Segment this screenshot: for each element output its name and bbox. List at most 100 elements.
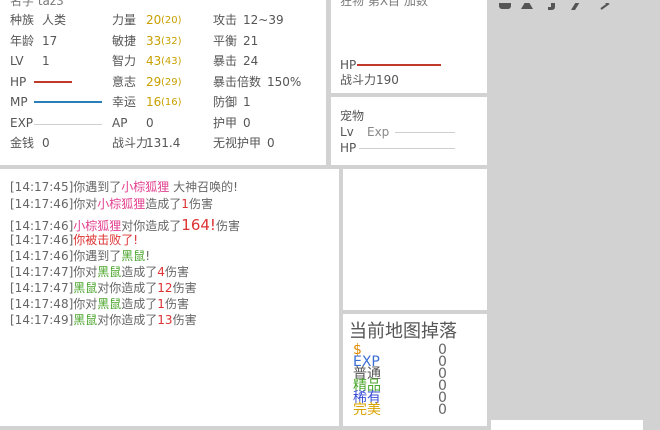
combat-label: 暴击: [213, 54, 238, 68]
combat-value: 12~39: [243, 13, 284, 27]
attr-max: (29): [161, 76, 182, 88]
wand-icon[interactable]: [571, 0, 583, 10]
mp-bar: [34, 101, 102, 103]
drop-label: 完美: [353, 402, 381, 418]
log-segment: [14:17:47]你对: [10, 265, 98, 279]
attr-value: 33: [146, 33, 162, 48]
log-segment: 伤害: [164, 297, 189, 311]
attr-label: 战斗力: [112, 136, 149, 150]
enemy-hp-label: HP: [340, 58, 357, 72]
stat-value: 人类: [42, 13, 67, 27]
log-segment: [14:17:46]你遇到了: [10, 249, 122, 263]
log-segment: 13: [157, 313, 173, 327]
log-segment: [14:17:47]: [10, 281, 74, 295]
attr-value: 20: [146, 13, 162, 27]
stat-label: 金钱: [10, 136, 35, 150]
log-segment: 伤害: [172, 281, 197, 295]
stat-label: EXP: [10, 115, 34, 130]
log-segment: 黑鼠: [73, 281, 98, 295]
drops-title: 当前地图掉落: [349, 321, 457, 342]
attr-value: 16: [146, 95, 162, 109]
attr-label: 幸运: [112, 95, 137, 109]
pet-lv-label: Lv: [340, 125, 354, 139]
drops-panel: 当前地图掉落 $0 EXP 0 普通 0 精品 0 稀有 0 完美 0: [343, 314, 487, 426]
log-segment: 164!: [181, 216, 216, 234]
stats-panel: 名字 taz3 种族 人类 力量 20 (20) 攻击 12~39 年龄 17 敏捷 33 (32) 平衡…: [0, 0, 326, 165]
attr-value: 131.4: [146, 136, 181, 150]
pet-exp-bar: [395, 132, 455, 133]
bow-icon[interactable]: [548, 0, 555, 10]
pet-title: 宠物: [340, 109, 365, 123]
sword-icon[interactable]: [499, 0, 511, 9]
log-segment: 小棕狐狸: [121, 180, 170, 194]
enemy-panel: 狂物 第X目 加数 HP 战斗力190: [331, 0, 487, 93]
attr-label: 智力: [112, 54, 137, 68]
log-segment: 造成了: [145, 197, 182, 211]
combat-value: 21: [243, 33, 259, 48]
combat-value: 0: [243, 115, 251, 130]
log-segment: 小棕狐狸: [73, 219, 122, 233]
stat-value: 1: [42, 54, 50, 68]
stat-value: 17: [42, 33, 58, 48]
arrow-icon[interactable]: [600, 0, 610, 10]
attr-label: 敏捷: [112, 33, 137, 48]
toolbar: [491, 0, 660, 12]
pet-hp-bar: [359, 148, 455, 149]
log-segment: 1: [181, 197, 189, 211]
combat-value: 24: [243, 54, 259, 68]
combat-label: 防御: [213, 95, 238, 109]
log-line: [14:17:46]你被击败了!: [10, 233, 240, 247]
battle-log-panel: [14:17:45]你遇到了小棕狐狸 大神召唤的! [14:17:46]你对小棕狐…: [0, 169, 339, 426]
attr-max: (16): [161, 97, 182, 108]
hp-bar: [34, 81, 72, 83]
attr-value: 0: [146, 115, 154, 130]
dagger-icon[interactable]: [521, 0, 533, 9]
combat-label: 护甲: [213, 115, 238, 130]
pet-exp-label: Exp: [367, 125, 390, 139]
stat-label: LV: [10, 54, 24, 68]
combat-label: 暴击倍数: [213, 74, 262, 89]
log-segment: 造成了: [121, 265, 158, 279]
log-line: [14:17:45]你遇到了小棕狐狸 大神召唤的!: [10, 180, 240, 194]
attr-max: (43): [161, 56, 182, 67]
combat-label: 无视护甲: [213, 136, 262, 150]
log-line: [14:17:46]小棕狐狸对你造成了164!伤害: [10, 216, 240, 234]
log-segment: 1: [157, 297, 165, 311]
log-segment: 伤害: [215, 219, 240, 233]
log-segment: [14:17:49]: [10, 313, 74, 327]
enemy-name-partial: 狂物 第X目 加数: [340, 0, 428, 8]
log-segment: 对你造成了: [97, 281, 158, 295]
log-segment: 对你造成了: [121, 219, 182, 233]
attr-value: 43: [146, 54, 162, 68]
attr-value: 29: [146, 74, 162, 89]
attr-max: (20): [161, 15, 182, 26]
log-line: [14:17:49]黑鼠对你造成了13伤害: [10, 313, 240, 327]
log-segment: [14:17:46]: [10, 233, 74, 247]
log-line: [14:17:46]你对小棕狐狸造成了1伤害: [10, 197, 240, 211]
name-row-partial: 名字 taz3: [10, 0, 64, 8]
stat-value: 0: [42, 136, 50, 150]
bottom-right-panel: [491, 420, 643, 430]
stat-label: 种族: [10, 13, 35, 27]
attr-label: AP: [112, 115, 128, 130]
combat-label: 平衡: [213, 33, 238, 48]
attr-label: 力量: [112, 13, 137, 27]
log-line: [14:17:47]你对黑鼠造成了4伤害: [10, 265, 240, 279]
log-segment: 大神召唤的!: [169, 180, 238, 194]
pet-panel: 宠物 Lv Exp HP: [331, 97, 487, 165]
attr-max: (32): [161, 35, 182, 47]
log-segment: 小棕狐狸: [97, 197, 146, 211]
stat-label: MP: [10, 95, 28, 109]
log-segment: 伤害: [188, 197, 213, 211]
log-segment: 造成了: [121, 297, 158, 311]
combat-value: 1: [243, 95, 251, 109]
log-segment: 伤害: [164, 265, 189, 279]
log-segment: [14:17:45]你遇到了: [10, 180, 122, 194]
log-segment: [14:17:46]: [10, 219, 74, 233]
toolbar-icons: [499, 0, 610, 10]
log-line: [14:17:47]黑鼠对你造成了12伤害: [10, 281, 240, 295]
log-segment: [14:17:48]你对: [10, 297, 98, 311]
log-segment: 黑鼠: [97, 297, 122, 311]
log-segment: 黑鼠: [121, 249, 146, 263]
attr-label: 意志: [112, 74, 137, 89]
